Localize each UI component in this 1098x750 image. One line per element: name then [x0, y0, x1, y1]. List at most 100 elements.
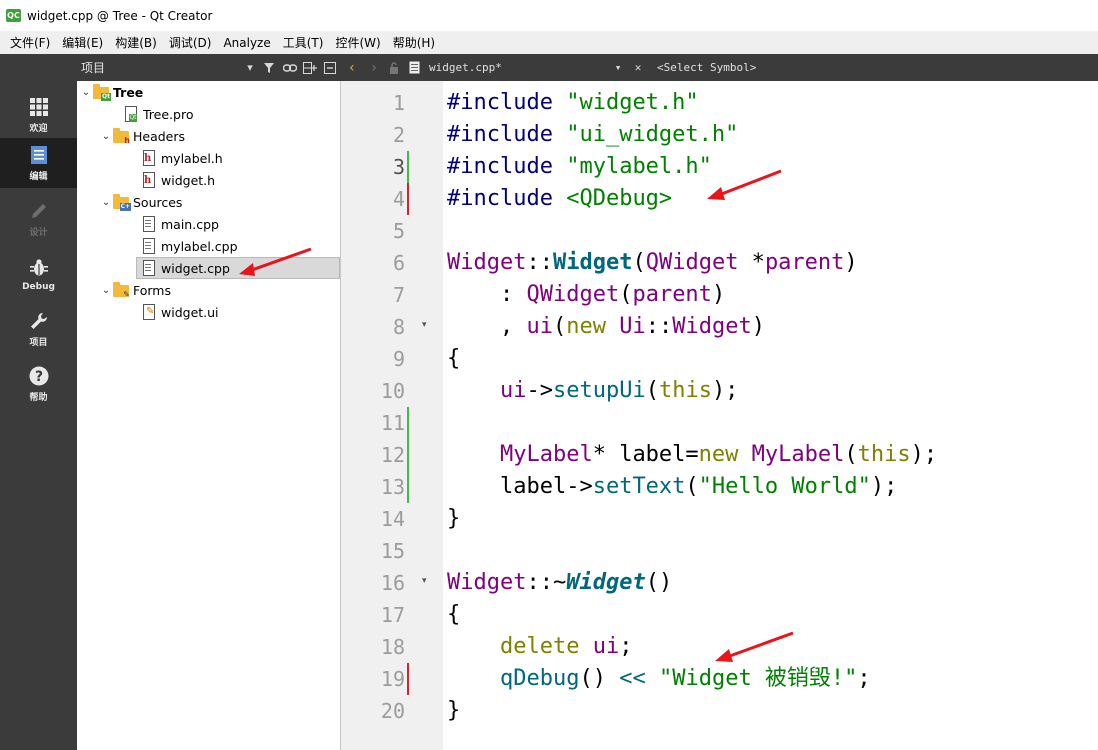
back-arrow-icon[interactable]: ‹ [341, 60, 363, 76]
mode-sidebar: 欢迎 编辑 设计 Debug 项目 ? 帮助 [0, 54, 77, 750]
line-number: 19 [380, 667, 405, 691]
code-token: ::~ [526, 570, 567, 595]
mode-projects[interactable]: 项目 [0, 304, 77, 354]
link-icon[interactable] [281, 59, 299, 77]
menu-debug[interactable]: 调试(D) [163, 34, 218, 51]
forward-arrow-icon[interactable]: › [363, 60, 385, 76]
code-line: } [447, 506, 461, 531]
open-file-selector[interactable]: widget.cpp* [429, 61, 609, 74]
tree-item-label: main.cpp [161, 216, 219, 232]
bug-icon [28, 257, 50, 279]
source-file-icon [141, 238, 157, 254]
tree-item-file[interactable]: h widget.h [141, 169, 215, 191]
code-line: Widget::~Widget() [447, 567, 672, 599]
mode-help[interactable]: ? 帮助 [0, 359, 77, 409]
tree-item-file[interactable]: h mylabel.h [141, 147, 223, 169]
code-token: ui [499, 378, 527, 403]
menu-help[interactable]: 帮助(H) [387, 34, 441, 51]
menu-file[interactable]: 文件(F) [4, 34, 56, 51]
change-marker [407, 183, 409, 215]
tree-item-label: Tree.pro [143, 106, 194, 122]
menu-analyze[interactable]: Analyze [217, 36, 276, 50]
forms-folder-icon: ✎ [113, 282, 130, 299]
header-file-icon: h [141, 150, 157, 166]
code-line: { [447, 602, 461, 627]
close-panel-icon[interactable] [321, 59, 339, 77]
mode-debug-label: Debug [22, 281, 55, 292]
line-number: 17 [380, 603, 405, 627]
mode-debug[interactable]: Debug [0, 249, 77, 299]
code-token: ( [844, 442, 858, 467]
code-token: () [579, 666, 620, 691]
change-marker [407, 151, 409, 183]
menu-build[interactable]: 构建(B) [109, 34, 163, 51]
project-view-selector[interactable]: 项目 [81, 59, 241, 76]
split-add-icon[interactable] [301, 59, 319, 77]
code-token: "Widget 被销毁!" [658, 666, 858, 691]
tree-item-forms[interactable]: ⌄ ✎ Forms [99, 279, 171, 301]
line-number: 5 [392, 219, 405, 243]
code-token: ; [619, 634, 633, 659]
tree-item-project[interactable]: ⌄ Qt Tree [79, 81, 143, 103]
tree-item-label: Tree [113, 84, 144, 100]
mode-welcome[interactable]: 欢迎 [0, 90, 77, 140]
header-file-icon: h [141, 172, 157, 188]
change-marker [407, 471, 409, 503]
code-token: parent [764, 250, 845, 275]
edit-doc-icon [28, 144, 50, 166]
dropdown-arrow-icon[interactable]: ▾ [609, 59, 627, 77]
menu-tools[interactable]: 工具(T) [277, 34, 330, 51]
mode-design[interactable]: 设计 [0, 194, 77, 244]
line-number: 4 [392, 187, 405, 211]
code-token: Ui [605, 314, 646, 339]
menu-controls[interactable]: 控件(W) [329, 34, 386, 51]
tree-item-file[interactable]: main.cpp [141, 213, 219, 235]
mode-edit[interactable]: 编辑 [0, 138, 77, 188]
code-editor[interactable]: 1 2 3 4 5 6 7 8 ▾ 9 10 11 12 13 14 15 16 ▾… [341, 81, 1098, 750]
qt-creator-logo-icon: QC [6, 9, 21, 22]
symbol-selector[interactable]: <Select Symbol> [657, 61, 756, 74]
mode-projects-label: 项目 [29, 338, 48, 348]
tree-item-file[interactable]: ✎ widget.ui [141, 301, 219, 323]
lock-icon[interactable] [385, 59, 403, 77]
code-line: } [447, 698, 461, 723]
code-token: qDebug [499, 666, 580, 691]
expand-arrow-icon[interactable]: ⌄ [99, 285, 113, 296]
expand-arrow-icon[interactable]: ⌄ [79, 87, 93, 98]
line-number: 16 [380, 571, 405, 595]
fold-marker-icon[interactable]: ▾ [422, 576, 427, 586]
menu-edit[interactable]: 编辑(E) [56, 34, 109, 51]
line-number: 9 [392, 347, 405, 371]
code-token: MyLabel [499, 442, 593, 467]
line-number-gutter: 1 2 3 4 5 6 7 8 ▾ 9 10 11 12 13 14 15 16 ▾… [341, 81, 443, 750]
dropdown-arrow-icon[interactable]: ▾ [241, 59, 259, 77]
change-marker [407, 407, 409, 439]
code-token: ); [910, 442, 938, 467]
code-token: ) [711, 282, 726, 307]
tree-item-file[interactable]: mylabel.cpp [141, 235, 238, 257]
close-icon[interactable]: ✕ [629, 59, 647, 77]
filter-icon[interactable] [261, 59, 279, 77]
fold-marker-icon[interactable]: ▾ [422, 320, 427, 330]
code-line: #include "widget.h" [447, 87, 699, 119]
line-number: 7 [392, 283, 405, 307]
source-file-icon [141, 260, 157, 276]
code-token: new [698, 442, 739, 467]
source-file-icon [141, 216, 157, 232]
code-token: * label= [592, 442, 699, 467]
tree-item-pro-file[interactable]: Qt Tree.pro [123, 103, 193, 125]
tree-item-label: widget.cpp [161, 260, 230, 276]
expand-arrow-icon[interactable]: ⌄ [99, 131, 113, 142]
expand-arrow-icon[interactable]: ⌄ [99, 197, 113, 208]
code-token: ); [870, 474, 898, 499]
code-token: QWidget [645, 250, 739, 275]
code-token: <QDebug> [552, 186, 673, 211]
tree-item-headers[interactable]: ⌄ h Headers [99, 125, 185, 147]
code-token: :: [526, 250, 553, 275]
tree-item-sources[interactable]: ⌄ C+ Sources [99, 191, 182, 213]
code-token: * [738, 250, 765, 275]
mode-design-label: 设计 [29, 228, 48, 238]
